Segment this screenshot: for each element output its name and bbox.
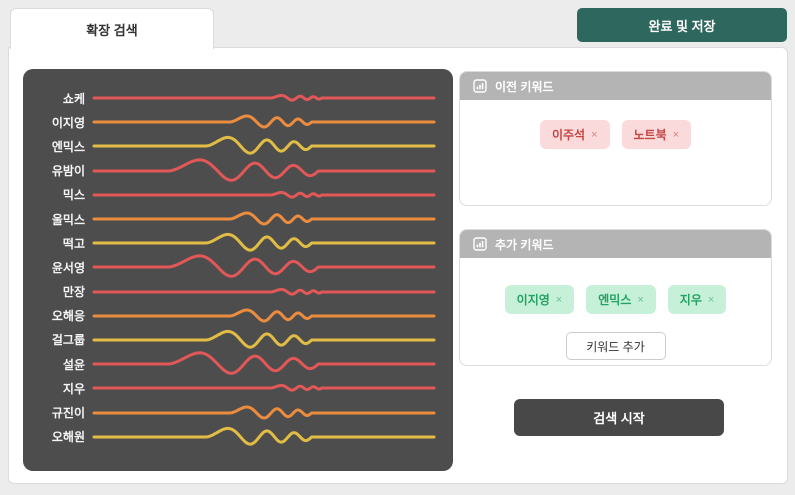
trend-row: 떡고 (23, 231, 453, 255)
trend-row-label: 규진이 (23, 404, 94, 421)
keyword-tag-label: 지우 (680, 291, 702, 308)
trend-row: 지우 (23, 376, 453, 400)
trend-row-label: 쇼케 (23, 90, 94, 107)
previous-keywords-tags: 이주석 × 노트북 × (460, 120, 771, 149)
keyword-tag[interactable]: 지우 × (668, 285, 727, 314)
trend-row-label: 오해응 (23, 307, 94, 324)
keyword-tag-label: 엔믹스 (598, 291, 631, 308)
trend-row: 이지영 (23, 110, 453, 134)
trend-row: 유밤이 (23, 159, 453, 183)
trend-row-label: 윤서영 (23, 259, 94, 276)
trend-row: 울믹스 (23, 207, 453, 231)
trend-row: 엔믹스 (23, 134, 453, 158)
trend-row: 윤서영 (23, 255, 453, 279)
trend-row-label: 지우 (23, 380, 94, 397)
trend-row-label: 걸그룹 (23, 331, 94, 348)
trend-row-label: 엔믹스 (23, 138, 94, 155)
close-icon[interactable]: × (708, 294, 714, 306)
trend-sparkline (94, 423, 434, 451)
start-search-button[interactable]: 검색 시작 (514, 399, 724, 436)
trend-panel: 쇼케이지영엔믹스유밤이믹스울믹스떡고윤서영만장오해응걸그룹설윤지우규진이오해원 (23, 69, 453, 471)
trend-row-label: 이지영 (23, 114, 94, 131)
keyword-tag[interactable]: 노트북 × (622, 120, 692, 149)
previous-keywords-title: 이전 키워드 (495, 78, 554, 95)
keyword-tag[interactable]: 엔믹스 × (586, 285, 656, 314)
tab-label: 확장 검색 (86, 20, 137, 39)
additional-keywords-tags: 이지영 × 엔믹스 × 지우 × (460, 285, 771, 314)
trend-row: 믹스 (23, 183, 453, 207)
trend-row-label: 떡고 (23, 235, 94, 252)
bar-chart-icon (473, 79, 487, 93)
keyword-tag-label: 이지영 (517, 291, 550, 308)
close-icon[interactable]: × (637, 294, 643, 306)
trend-row-label: 설윤 (23, 356, 94, 373)
keyword-tag[interactable]: 이지영 × (505, 285, 575, 314)
previous-keywords-header: 이전 키워드 (460, 72, 771, 100)
close-icon[interactable]: × (673, 129, 679, 141)
trend-row: 걸그룹 (23, 328, 453, 352)
keyword-tag-label: 노트북 (634, 126, 667, 143)
additional-keywords-header: 추가 키워드 (460, 230, 771, 258)
expanded-search-page: 확장 검색 완료 및 저장 쇼케이지영엔믹스유밤이믹스울믹스떡고윤서영만장오해응… (0, 0, 795, 495)
trend-row: 쇼케 (23, 86, 453, 110)
trend-row: 설윤 (23, 352, 453, 376)
keyword-tag-label: 이주석 (552, 126, 585, 143)
trend-row: 만장 (23, 280, 453, 304)
additional-keywords-title: 추가 키워드 (495, 236, 554, 253)
keyword-tag[interactable]: 이주석 × (540, 120, 610, 149)
save-and-finish-button[interactable]: 완료 및 저장 (577, 8, 787, 42)
main-container: 쇼케이지영엔믹스유밤이믹스울믹스떡고윤서영만장오해응걸그룹설윤지우규진이오해원 … (8, 47, 788, 484)
trend-row-label: 만장 (23, 283, 94, 300)
trend-row-label: 울믹스 (23, 211, 94, 228)
trend-row: 규진이 (23, 400, 453, 424)
trend-row-label: 믹스 (23, 186, 94, 203)
previous-keywords-card: 이전 키워드 이주석 × 노트북 × (459, 71, 772, 206)
trend-row-label: 유밤이 (23, 162, 94, 179)
additional-keywords-card: 추가 키워드 이지영 × 엔믹스 × 지우 × 키워드 추가 (459, 229, 772, 366)
add-keyword-button[interactable]: 키워드 추가 (566, 332, 666, 360)
close-icon[interactable]: × (591, 129, 597, 141)
bar-chart-icon (473, 237, 487, 251)
trend-row: 오해응 (23, 304, 453, 328)
close-icon[interactable]: × (556, 294, 562, 306)
trend-row: 오해원 (23, 425, 453, 449)
trend-list: 쇼케이지영엔믹스유밤이믹스울믹스떡고윤서영만장오해응걸그룹설윤지우규진이오해원 (23, 86, 453, 449)
tab-expanded-search[interactable]: 확장 검색 (10, 8, 214, 49)
trend-row-label: 오해원 (23, 428, 94, 445)
